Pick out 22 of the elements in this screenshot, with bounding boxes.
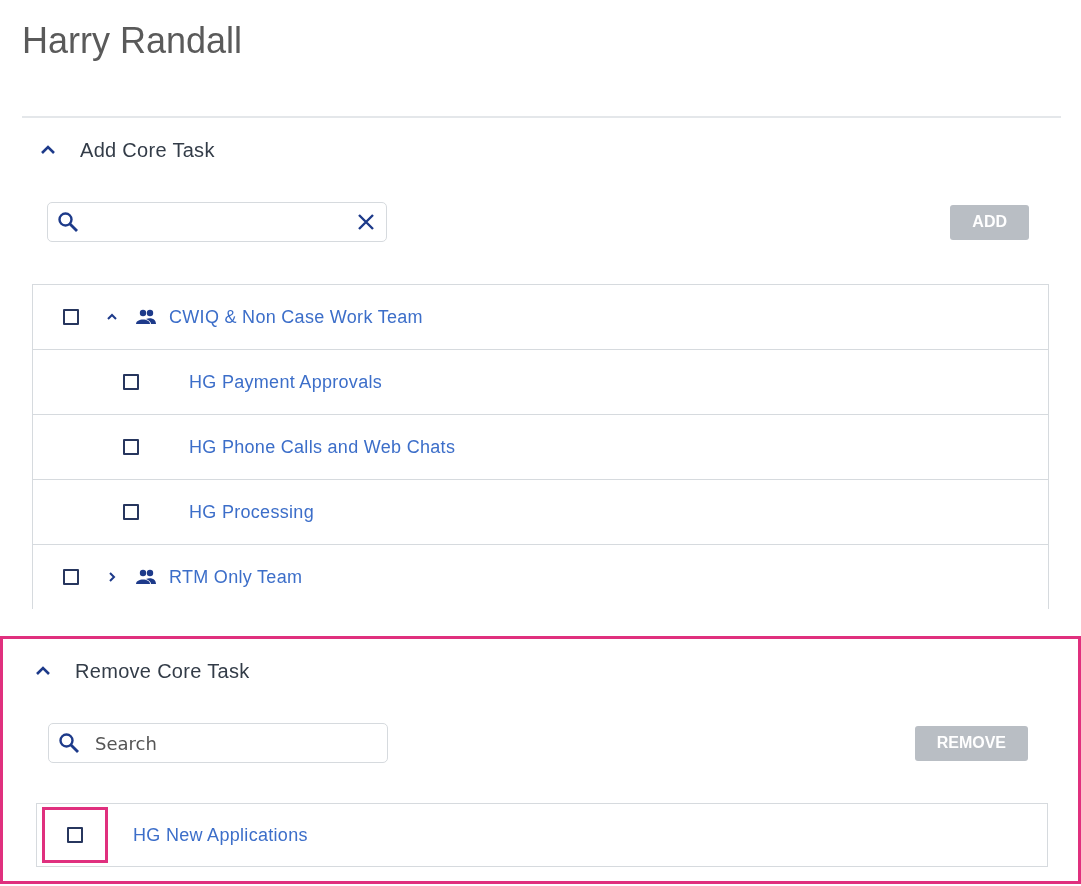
task-name[interactable]: HG New Applications [133,824,308,846]
team-name[interactable]: RTM Only Team [169,566,303,588]
close-icon[interactable] [357,213,375,231]
section-title: Add Core Task [80,138,215,162]
search-icon [58,732,80,754]
section-title: Remove Core Task [75,659,250,683]
people-icon [135,309,157,325]
checkbox[interactable] [63,309,79,325]
checkbox[interactable] [123,439,139,455]
people-icon [135,569,157,585]
search-icon [57,211,79,233]
team-name[interactable]: CWIQ & Non Case Work Team [169,306,423,328]
checkbox[interactable] [67,827,83,843]
checkbox[interactable] [123,374,139,390]
task-name[interactable]: HG Phone Calls and Web Chats [189,436,456,458]
checkbox[interactable] [123,504,139,520]
task-name[interactable]: HG Processing [189,501,314,523]
task-name[interactable]: HG Payment Approvals [189,371,383,393]
search-field[interactable]: Search [48,723,388,763]
checkbox[interactable] [63,569,79,585]
page-title: Harry Randall [22,19,244,63]
search-field[interactable] [47,202,387,242]
